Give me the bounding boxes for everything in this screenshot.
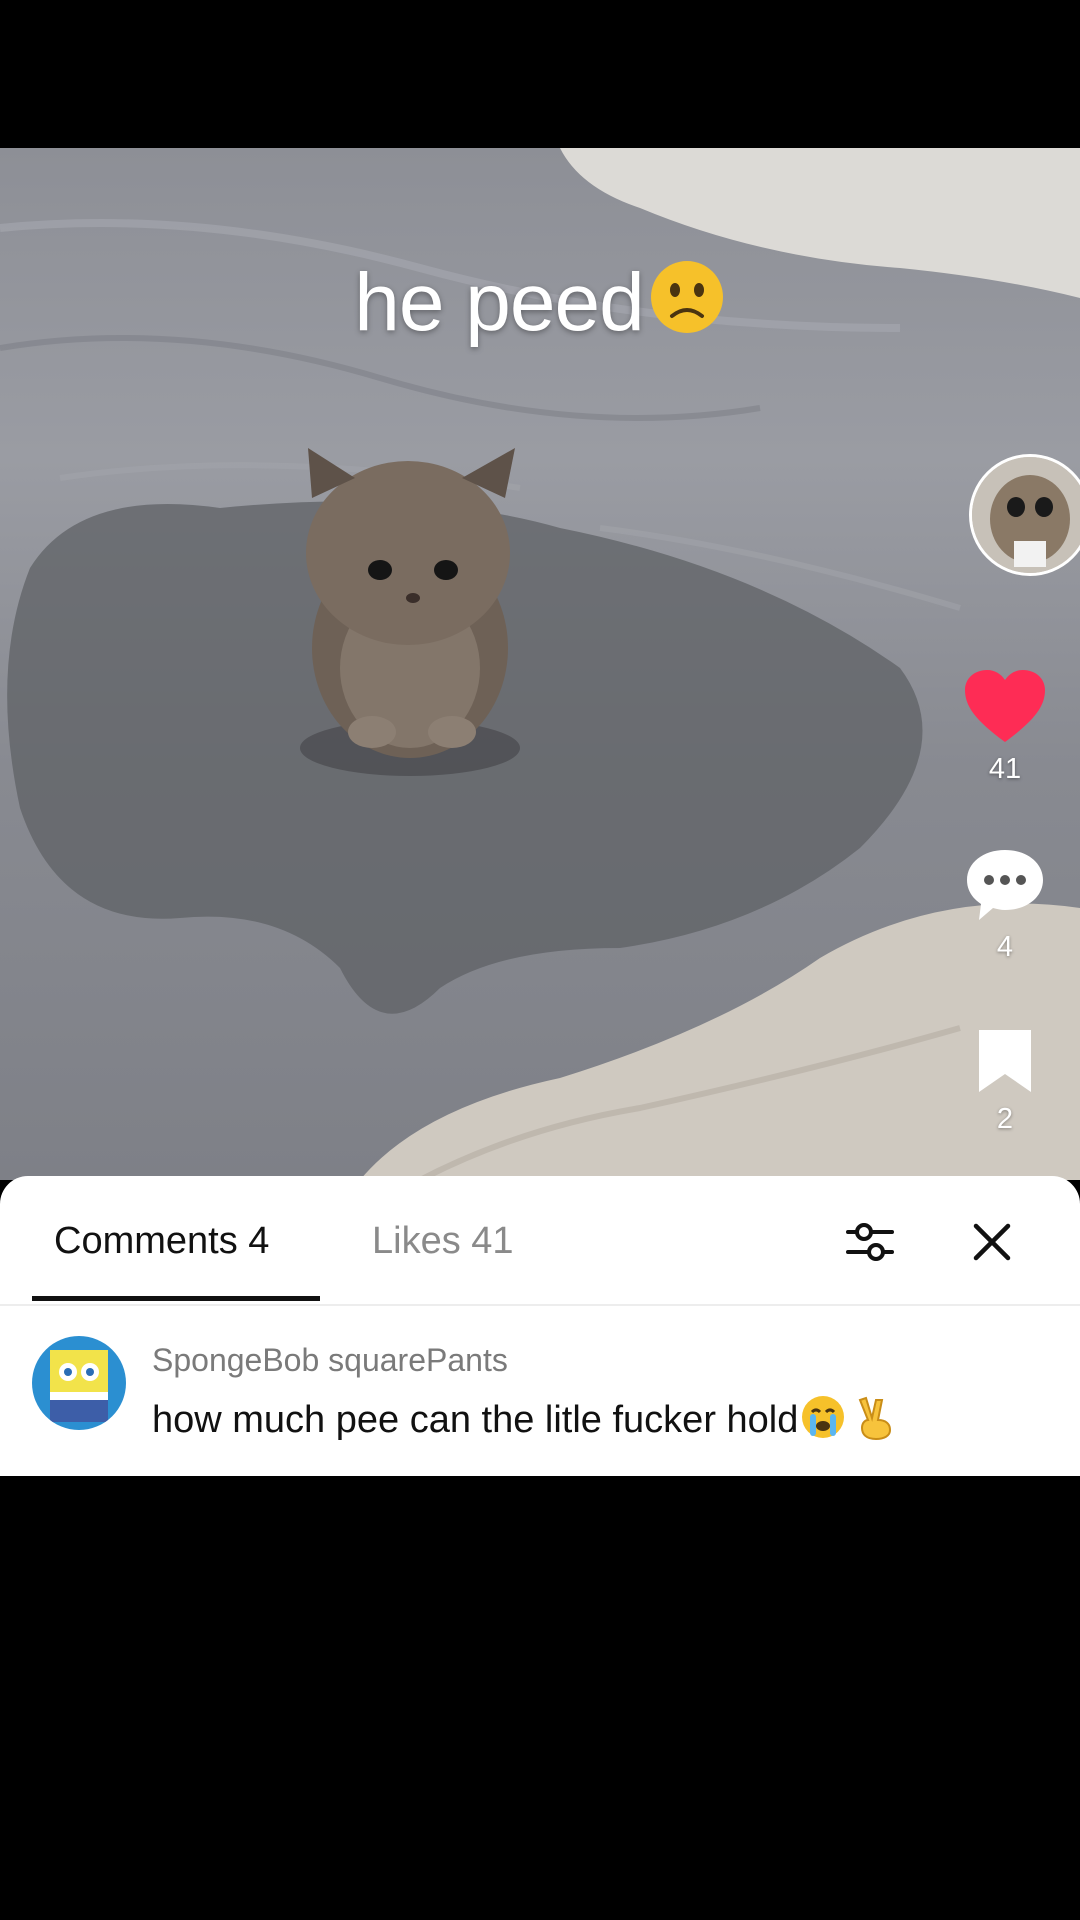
video-frame[interactable]: he peed 41 4 2	[0, 148, 1080, 1180]
victory-hand-emoji	[856, 1394, 896, 1450]
comment-item[interactable]: SpongeBob squarePants how much pee can t…	[0, 1336, 1080, 1446]
loudly-crying-face-emoji	[800, 1394, 846, 1450]
like-count: 41	[988, 753, 1022, 785]
close-button[interactable]	[964, 1214, 1020, 1270]
bookmark-icon	[979, 1030, 1031, 1092]
caption-text: he peed	[354, 257, 644, 348]
active-tab-indicator	[32, 1296, 320, 1301]
filter-button[interactable]	[842, 1214, 898, 1270]
like-button[interactable]: 41	[930, 668, 1080, 786]
frowning-face-emoji	[648, 258, 726, 356]
author-avatar[interactable]	[969, 454, 1080, 576]
comment-bubble-icon	[967, 850, 1043, 920]
sliders-icon	[846, 1223, 894, 1261]
save-button[interactable]: 2	[930, 1028, 1080, 1136]
close-icon	[973, 1223, 1011, 1261]
tab-likes[interactable]: Likes 41	[372, 1220, 514, 1263]
comments-tab-bar: Comments 4 Likes 41	[0, 1176, 1080, 1306]
comment-text: how much pee can the litle fucker hold	[152, 1394, 896, 1450]
heart-icon	[965, 670, 1045, 742]
comments-sheet: Comments 4 Likes 41 SpongeBob squarePant…	[0, 1176, 1080, 1476]
save-count: 2	[996, 1103, 1014, 1135]
commenter-avatar[interactable]	[32, 1336, 126, 1430]
comment-username[interactable]: SpongeBob squarePants	[152, 1342, 508, 1379]
tab-comments[interactable]: Comments 4	[54, 1220, 269, 1263]
comment-count: 4	[996, 931, 1014, 963]
comment-button[interactable]: 4	[930, 848, 1080, 964]
video-caption: he peed	[0, 256, 1080, 356]
action-rail: 41 4 2	[930, 148, 1080, 1180]
comment-body: how much pee can the litle fucker hold	[152, 1399, 799, 1441]
